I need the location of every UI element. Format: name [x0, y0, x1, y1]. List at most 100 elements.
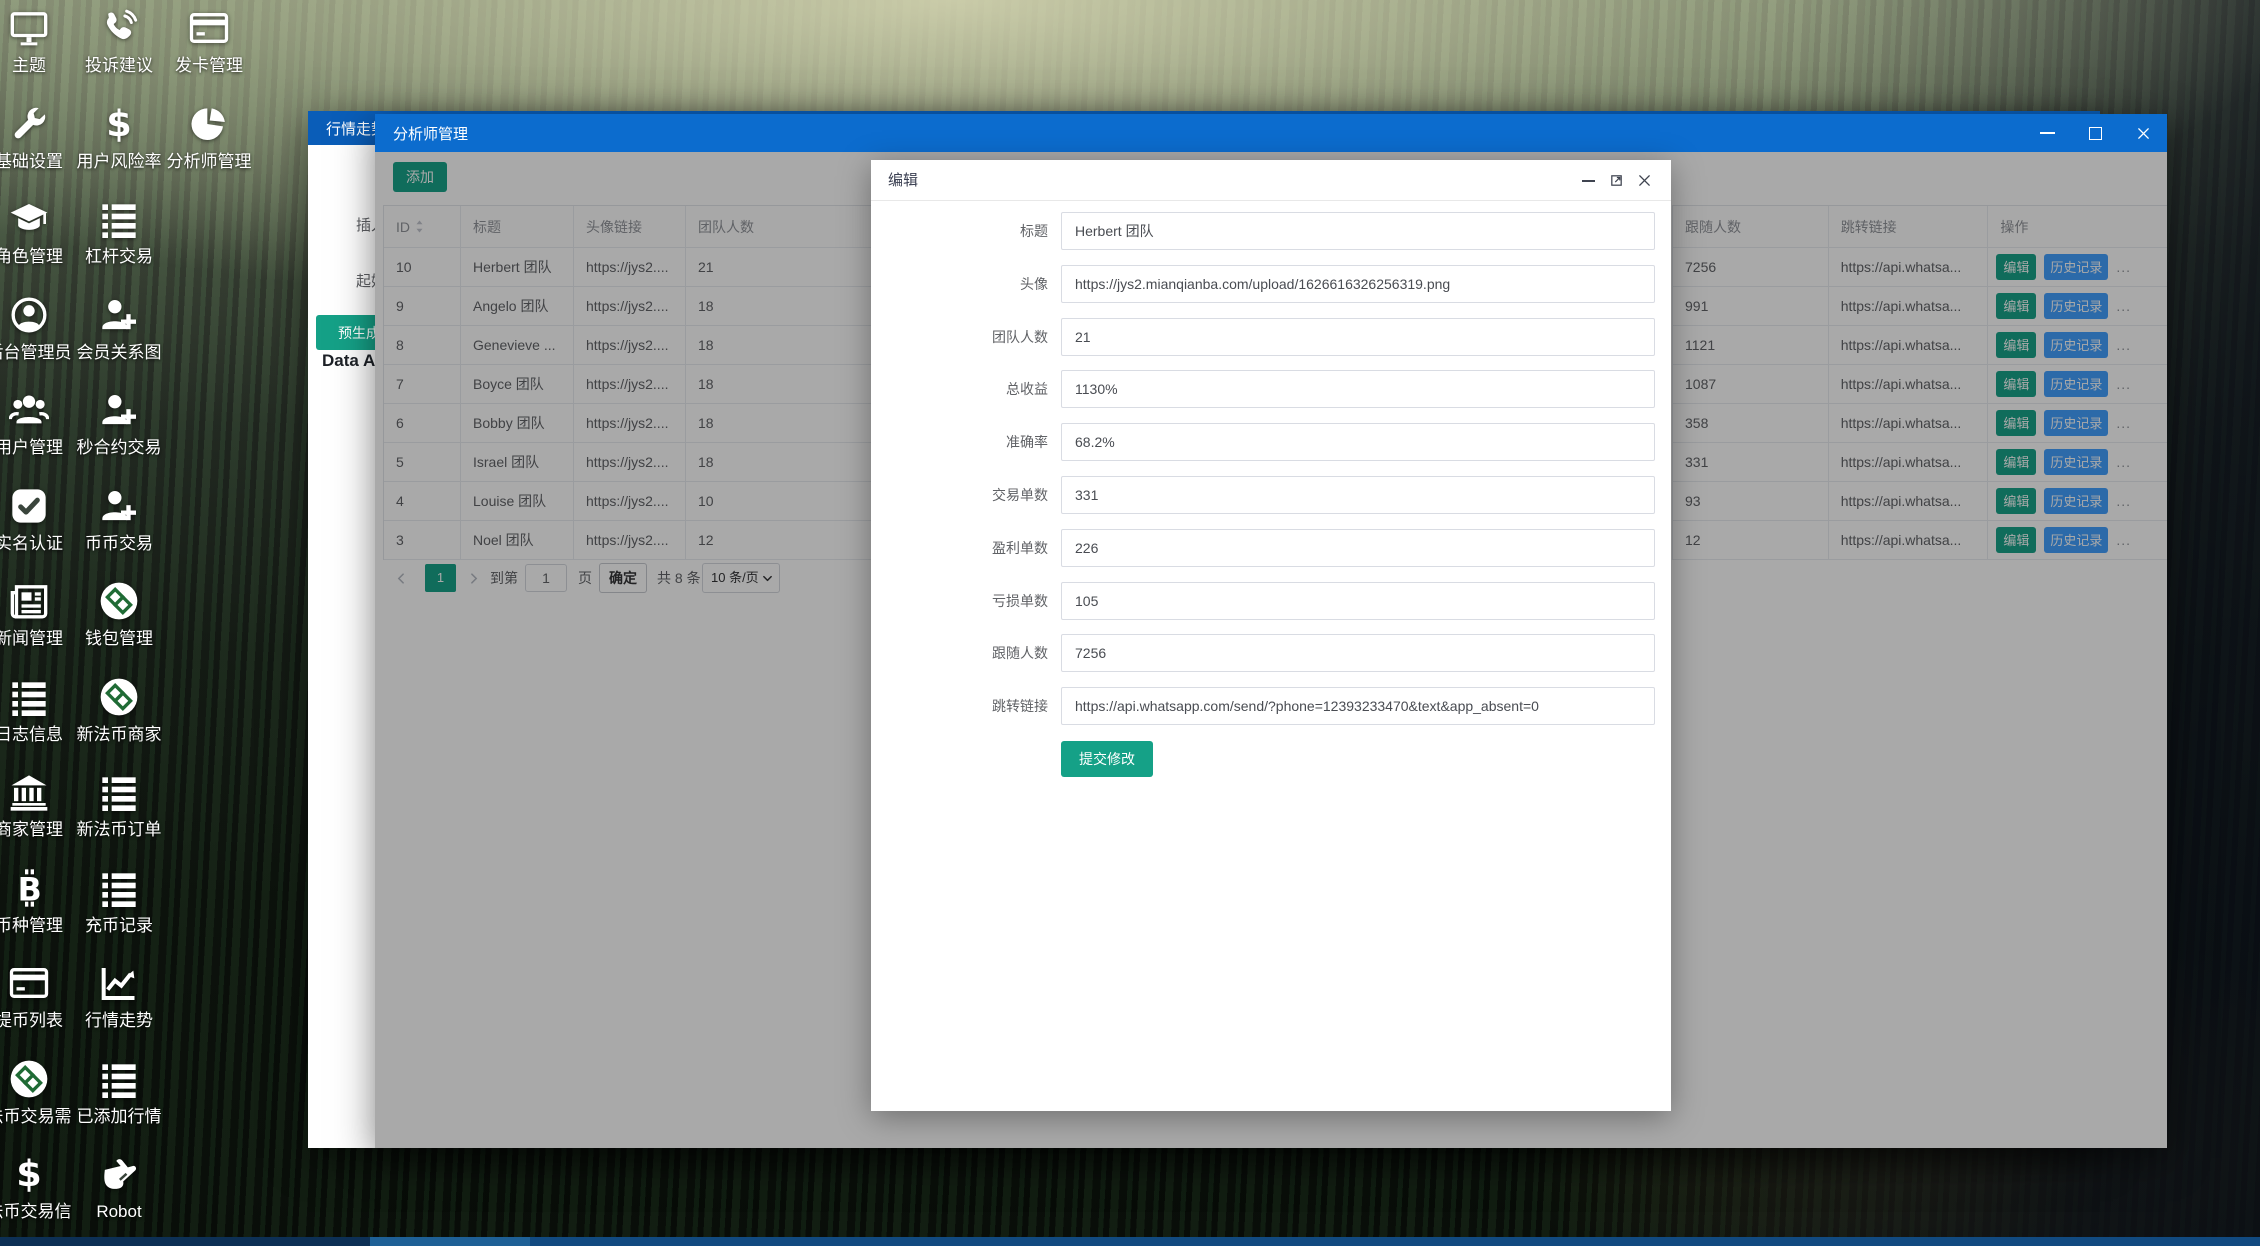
desktop-icon-fiat-trade-need[interactable]: 法币交易需 [0, 1059, 74, 1126]
user-plus-icon [99, 486, 139, 526]
field-title: 标题 [871, 212, 1671, 250]
desktop-icon-label: 实名认证 [0, 534, 74, 553]
desktop-icon-fiat-merchant[interactable]: 新法币商家 [74, 677, 164, 744]
desktop-icon-news[interactable]: 新闻管理 [0, 581, 74, 648]
desktop-icon-leverage-trade[interactable]: 杠杆交易 [74, 199, 164, 266]
followers-input[interactable] [1061, 634, 1655, 672]
loss-count-input[interactable] [1061, 582, 1655, 620]
desktop-icon-label: 商家管理 [0, 820, 74, 839]
credit-card-icon [189, 8, 229, 48]
dollar-icon [9, 1154, 49, 1194]
desktop-icon-theme[interactable]: 主题 [0, 8, 74, 75]
user-plus-icon [99, 390, 139, 430]
edit-dialog-titlebar[interactable]: 编辑 [871, 160, 1671, 201]
dialog-maximize-button[interactable] [1609, 160, 1633, 201]
field-label: 标题 [871, 212, 1048, 250]
desktop-icon-fiat-trade-info[interactable]: 法币交易信 [0, 1154, 74, 1221]
desktop-icon-withdraw-list[interactable]: 提币列表 [0, 963, 74, 1030]
desktop-icon-fiat-order[interactable]: 新法币订单 [74, 772, 164, 839]
field-label: 亏损单数 [871, 582, 1048, 620]
maximize-button[interactable] [2083, 114, 2107, 152]
desktop-icon-deposit-log[interactable]: 充币记录 [74, 868, 164, 935]
desktop-icon-robot[interactable]: Robot [74, 1154, 164, 1221]
desktop-icon-second-contract[interactable]: 秒合约交易 [74, 390, 164, 457]
desktop-icon-label: 秒合约交易 [74, 438, 164, 457]
field-label: 盈利单数 [871, 529, 1048, 567]
desktop-icon-label: 新法币商家 [74, 725, 164, 744]
desktop-icon-feedback[interactable]: 投诉建议 [74, 8, 164, 75]
desktop-icon-label: 后台管理员 [0, 343, 74, 362]
graduation-cap-icon [9, 199, 49, 239]
field-avatar: 头像 [871, 265, 1671, 303]
desktop-icon-analyst-mgmt[interactable]: 分析师管理 [164, 104, 254, 171]
desktop-icon-label: 充币记录 [74, 916, 164, 935]
desktop-icon-merchant-mgmt[interactable]: 商家管理 [0, 772, 74, 839]
dialog-title: 编辑 [888, 160, 918, 201]
coin-logo-icon [9, 1059, 49, 1099]
maximize-icon [2089, 127, 2102, 140]
dialog-minimize-button[interactable] [1582, 160, 1606, 201]
field-label: 准确率 [871, 423, 1048, 461]
total-profit-input[interactable] [1061, 370, 1655, 408]
desktop-icon-label: 杠杆交易 [74, 247, 164, 266]
desktop-icon-wallet[interactable]: 钱包管理 [74, 581, 164, 648]
field-label: 跳转链接 [871, 687, 1048, 725]
close-icon [2136, 126, 2151, 141]
analyst-manager-titlebar[interactable]: 分析师管理 [375, 114, 2167, 152]
desktop-icon-basic-settings[interactable]: 基础设置 [0, 104, 74, 171]
field-label: 跟随人数 [871, 634, 1048, 672]
win-count-input[interactable] [1061, 529, 1655, 567]
team-size-input[interactable] [1061, 318, 1655, 356]
field-label: 团队人数 [871, 318, 1048, 356]
desktop-icon-admin[interactable]: 后台管理员 [0, 295, 74, 362]
desktop-icon-market-added[interactable]: 已添加行情 [74, 1059, 164, 1126]
list-icon [99, 772, 139, 812]
check-square-icon [9, 486, 49, 526]
field-jump-link: 跳转链接 [871, 687, 1671, 725]
desktop-icon-label: 用户管理 [0, 438, 74, 457]
desktop-icon-label: 用户风险率 [74, 152, 164, 171]
minimize-icon [2040, 132, 2055, 134]
desktop-icon-card-issue[interactable]: 发卡管理 [164, 8, 254, 75]
desktop-icon-label: 基础设置 [0, 152, 74, 171]
taskbar[interactable] [0, 1237, 2260, 1246]
field-loss-count: 亏损单数 [871, 582, 1671, 620]
desktop-icon-role-mgmt[interactable]: 角色管理 [0, 199, 74, 266]
desktop-icon-label: Robot [74, 1202, 164, 1221]
avatar-input[interactable] [1061, 265, 1655, 303]
desktop-icon-label: 新闻管理 [0, 629, 74, 648]
trade-count-input[interactable] [1061, 476, 1655, 514]
desktop-icon-label: 币种管理 [0, 916, 74, 935]
monitor-icon [9, 8, 49, 48]
desktop-icon-label: 币币交易 [74, 534, 164, 553]
desktop-icon-member-graph[interactable]: 会员关系图 [74, 295, 164, 362]
list-icon [9, 677, 49, 717]
minimize-button[interactable] [2035, 114, 2059, 152]
desktop-icon-logs[interactable]: 日志信息 [0, 677, 74, 744]
desktop-icon-label: 法币交易信 [0, 1202, 74, 1221]
desktop-icon-user-risk[interactable]: 用户风险率 [74, 104, 164, 171]
desktop-icon-kyc[interactable]: 实名认证 [0, 486, 74, 553]
newspaper-icon [9, 581, 49, 621]
edit-dialog[interactable]: 编辑 标题 头像 团队人数 总收益 准确率 交易单数 盈利单数 亏损单数 跟随人… [871, 160, 1671, 1111]
field-total-profit: 总收益 [871, 370, 1671, 408]
submit-changes-button[interactable]: 提交修改 [1061, 741, 1153, 777]
users-icon [9, 390, 49, 430]
jump-link-input[interactable] [1061, 687, 1655, 725]
field-win-count: 盈利单数 [871, 529, 1671, 567]
accuracy-input[interactable] [1061, 423, 1655, 461]
field-accuracy: 准确率 [871, 423, 1671, 461]
desktop-icon-market-trend[interactable]: 行情走势 [74, 963, 164, 1030]
robot-hand-icon [99, 1154, 139, 1194]
close-icon [1637, 173, 1652, 188]
dialog-close-button[interactable] [1637, 160, 1661, 201]
desktop-icon-label: 法币交易需 [0, 1107, 74, 1126]
desktop-icon-coin-mgmt[interactable]: 币种管理 [0, 868, 74, 935]
title-input[interactable] [1061, 212, 1655, 250]
desktop-icon-coin-trade[interactable]: 币币交易 [74, 486, 164, 553]
desktop-icon-label: 提币列表 [0, 1011, 74, 1030]
desktop-icon-user-mgmt[interactable]: 用户管理 [0, 390, 74, 457]
close-button[interactable] [2131, 114, 2155, 152]
field-label: 交易单数 [871, 476, 1048, 514]
chart-line-icon [99, 963, 139, 1003]
